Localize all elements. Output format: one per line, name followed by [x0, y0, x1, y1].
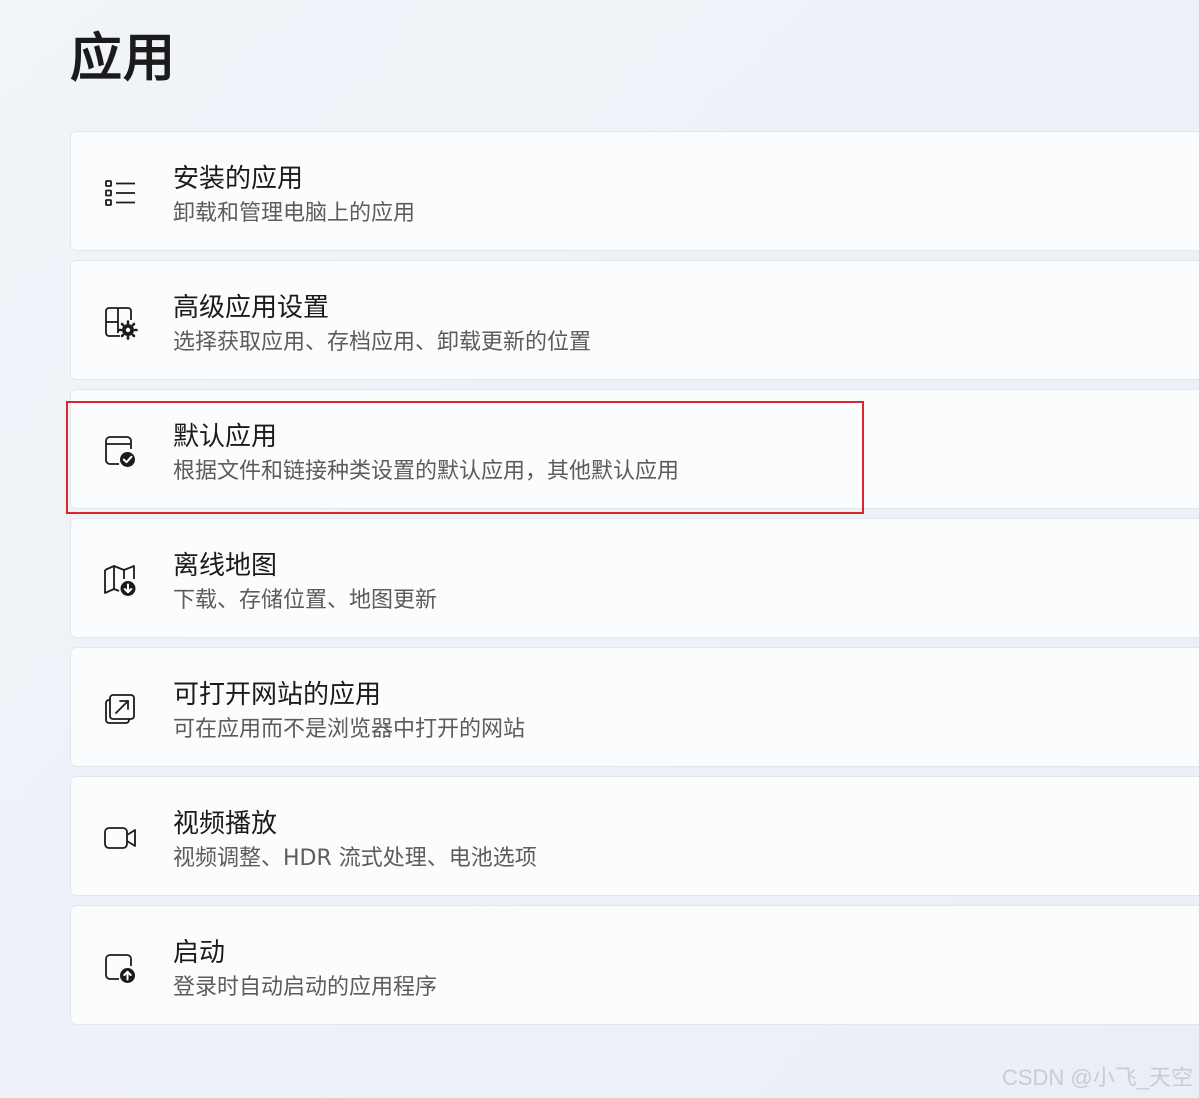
card-title: 可打开网站的应用: [173, 680, 382, 710]
card-installed-apps[interactable]: 安装的应用 卸载和管理电脑上的应用: [70, 131, 1199, 251]
video-camera-icon: [101, 819, 139, 857]
card-apps-for-websites[interactable]: 可打开网站的应用 可在应用而不是浏览器中打开的网站: [70, 647, 1199, 767]
page-title: 应用: [70, 29, 177, 89]
watermark: CSDN @小飞_天空: [1001, 1065, 1193, 1090]
apps-settings-icon: [101, 303, 139, 341]
card-subtitle: 下载、存储位置、地图更新: [173, 588, 438, 613]
card-title: 默认应用: [173, 422, 278, 452]
card-subtitle: 选择获取应用、存档应用、卸载更新的位置: [173, 330, 592, 355]
card-title: 启动: [173, 938, 226, 968]
card-startup[interactable]: 启动 登录时自动启动的应用程序: [70, 905, 1199, 1025]
card-advanced-app-settings[interactable]: 高级应用设置 选择获取应用、存档应用、卸载更新的位置: [70, 260, 1199, 380]
card-video-playback[interactable]: 视频播放 视频调整、HDR 流式处理、电池选项: [70, 776, 1199, 896]
open-website-icon: [101, 690, 139, 728]
card-default-apps[interactable]: 默认应用 根据文件和链接种类设置的默认应用，其他默认应用: [70, 389, 1199, 509]
default-apps-icon: [101, 432, 139, 470]
card-subtitle: 根据文件和链接种类设置的默认应用，其他默认应用: [173, 459, 680, 484]
card-title: 视频播放: [173, 809, 278, 839]
offline-map-icon: [101, 561, 139, 599]
card-title: 离线地图: [173, 551, 278, 581]
card-subtitle: 视频调整、HDR 流式处理、电池选项: [173, 846, 537, 871]
card-subtitle: 登录时自动启动的应用程序: [173, 975, 438, 1000]
card-title: 安装的应用: [173, 164, 304, 194]
card-subtitle: 卸载和管理电脑上的应用: [173, 201, 416, 226]
card-offline-maps[interactable]: 离线地图 下载、存储位置、地图更新: [70, 518, 1199, 638]
card-subtitle: 可在应用而不是浏览器中打开的网站: [173, 717, 526, 742]
list-icon: [101, 174, 139, 212]
startup-icon: [101, 948, 139, 986]
card-title: 高级应用设置: [173, 293, 330, 323]
